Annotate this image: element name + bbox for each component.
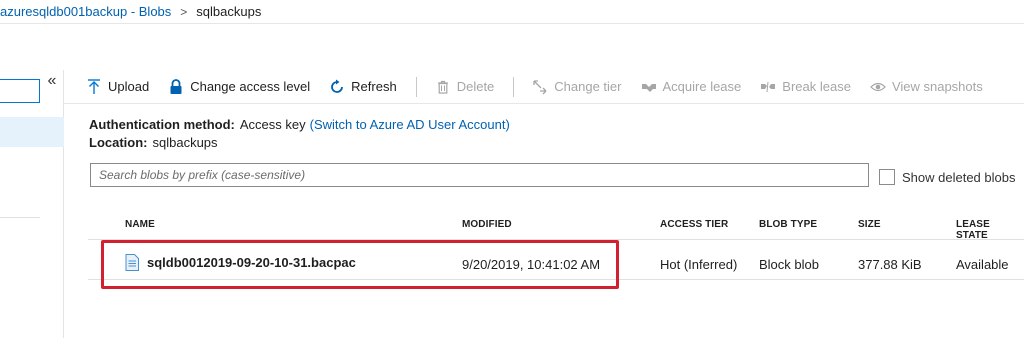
left-pane	[0, 70, 64, 338]
view-snapshots-label: View snapshots	[891, 79, 983, 94]
location-row: Location: sqlbackups	[89, 134, 510, 151]
auth-method-label: Authentication method:	[89, 117, 235, 132]
change-tier-button[interactable]: Change tier	[532, 79, 622, 95]
acquire-lease-button[interactable]: Acquire lease	[641, 79, 742, 95]
upload-button[interactable]: Upload	[86, 78, 150, 95]
show-deleted-checkbox[interactable]	[879, 169, 895, 185]
blob-lease-state-cell: Available	[956, 257, 1009, 272]
blob-size-cell: 377.88 KiB	[858, 257, 922, 272]
delete-button[interactable]: Delete	[435, 79, 495, 95]
column-header-modified[interactable]: MODIFIED	[462, 219, 512, 230]
delete-label: Delete	[456, 79, 495, 94]
column-header-lease-state[interactable]: LEASE STATE	[956, 219, 1024, 241]
refresh-label: Refresh	[351, 79, 397, 94]
left-nav-selected-item[interactable]	[0, 117, 64, 147]
refresh-icon	[329, 79, 345, 95]
left-divider	[0, 217, 40, 218]
blob-table-header: NAME MODIFIED ACCESS TIER BLOB TYPE SIZE…	[88, 208, 1024, 241]
auth-method-value: Access key	[239, 117, 306, 132]
change-tier-label: Change tier	[554, 79, 622, 94]
eye-icon	[870, 79, 886, 95]
broken-handshake-icon	[760, 79, 776, 95]
auth-method-row: Authentication method: Access key (Switc…	[89, 116, 510, 133]
breadcrumb: azuresqldb001backup - Blobs > sqlbackups	[0, 0, 1024, 24]
change-access-level-label: Change access level	[190, 79, 311, 94]
blob-access-tier-cell: Hot (Inferred)	[660, 257, 738, 272]
column-header-size[interactable]: SIZE	[858, 219, 881, 230]
left-search-input[interactable]	[0, 79, 40, 103]
show-deleted-blobs-toggle[interactable]: Show deleted blobs	[879, 169, 1015, 185]
command-toolbar: Upload Change access level Refresh Delet…	[64, 70, 1024, 104]
column-header-access-tier[interactable]: ACCESS TIER	[660, 219, 728, 230]
location-value: sqlbackups	[152, 135, 218, 150]
change-tier-arrows-icon	[532, 79, 548, 95]
trash-icon	[435, 79, 451, 95]
container-info: Authentication method: Access key (Switc…	[89, 116, 510, 152]
collapse-chevron-icon[interactable]: «	[44, 72, 60, 90]
blob-type-cell: Block blob	[759, 257, 819, 272]
switch-auth-link[interactable]: (Switch to Azure AD User Account)	[310, 117, 510, 132]
change-access-level-button[interactable]: Change access level	[168, 78, 311, 95]
blob-search-input[interactable]	[99, 168, 868, 182]
breadcrumb-parent-link[interactable]: azuresqldb001backup - Blobs	[0, 4, 171, 19]
column-header-name[interactable]: NAME	[125, 219, 155, 230]
view-snapshots-button[interactable]: View snapshots	[870, 79, 983, 95]
refresh-button[interactable]: Refresh	[329, 79, 397, 95]
break-lease-button[interactable]: Break lease	[760, 79, 851, 95]
breadcrumb-separator: >	[180, 4, 188, 19]
show-deleted-label: Show deleted blobs	[902, 169, 1016, 185]
toolbar-separator	[513, 76, 515, 97]
upload-label: Upload	[108, 79, 150, 94]
highlight-annotation-box	[101, 240, 619, 289]
handshake-icon	[641, 79, 657, 95]
location-label: Location:	[89, 135, 148, 150]
break-lease-label: Break lease	[782, 79, 851, 94]
lock-icon	[168, 78, 184, 95]
toolbar-separator	[415, 76, 417, 97]
upload-arrow-icon	[86, 78, 102, 95]
column-header-blob-type[interactable]: BLOB TYPE	[759, 219, 817, 230]
blob-search-field[interactable]	[90, 163, 869, 187]
breadcrumb-current: sqlbackups	[196, 4, 262, 19]
acquire-lease-label: Acquire lease	[662, 79, 742, 94]
